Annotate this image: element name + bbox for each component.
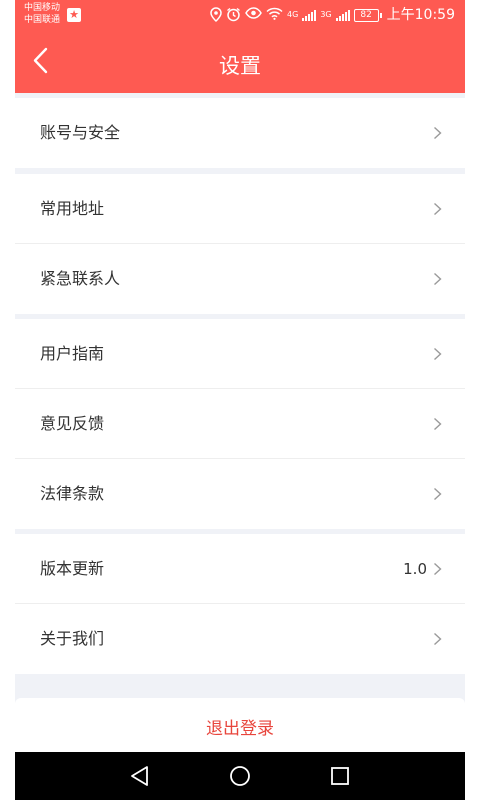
signal-icon xyxy=(335,9,350,21)
status-icons: 4G 3G 82 上午10:59 xyxy=(210,6,455,24)
circle-home-icon xyxy=(230,766,250,786)
settings-item-label: 版本更新 xyxy=(40,559,105,578)
network-type-1: 4G xyxy=(287,10,299,19)
eye-icon xyxy=(245,7,262,23)
settings-group-help: 用户指南 意见反馈 法律条款 xyxy=(15,319,465,529)
battery-icon: 82 xyxy=(353,8,382,22)
settings-item-label: 用户指南 xyxy=(40,344,105,363)
settings-item-label: 账号与安全 xyxy=(40,123,121,142)
app-screen: 中国移动 中国联通 ★ 4G 3G 82 上午10:59 设置 账号与安全 常用… xyxy=(15,0,465,800)
system-recents-button[interactable] xyxy=(327,764,353,788)
carrier-2: 中国联通 xyxy=(24,15,61,25)
status-time: 上午10:59 xyxy=(386,7,455,23)
page-title: 设置 xyxy=(219,54,261,78)
carrier-info: 中国移动 中国联通 xyxy=(24,2,60,26)
settings-item-legal-terms[interactable]: 法律条款 xyxy=(15,459,465,529)
system-home-button[interactable] xyxy=(227,764,253,788)
triangle-back-icon xyxy=(131,766,148,786)
chevron-right-icon xyxy=(434,126,442,140)
settings-group-account: 账号与安全 xyxy=(15,98,465,168)
settings-item-account-security[interactable]: 账号与安全 xyxy=(15,98,465,168)
settings-item-label: 法律条款 xyxy=(40,484,105,503)
settings-item-user-guide[interactable]: 用户指南 xyxy=(15,319,465,389)
chevron-right-icon xyxy=(434,272,442,286)
settings-item-label: 紧急联系人 xyxy=(40,269,121,288)
chevron-right-icon xyxy=(434,632,442,646)
wifi-icon xyxy=(266,7,283,23)
version-number: 1.0 xyxy=(403,560,427,578)
settings-item-common-address[interactable]: 常用地址 xyxy=(15,174,465,244)
settings-item-emergency-contact[interactable]: 紧急联系人 xyxy=(15,244,465,314)
square-recents-icon xyxy=(331,767,349,785)
system-nav-bar xyxy=(15,752,465,800)
settings-item-label: 意见反馈 xyxy=(40,414,105,433)
signal-icon xyxy=(302,9,317,21)
chevron-right-icon xyxy=(434,487,442,501)
system-back-button[interactable] xyxy=(127,764,153,788)
carrier-1: 中国移动 xyxy=(24,3,61,13)
status-bar: 中国移动 中国联通 ★ 4G 3G 82 上午10:59 xyxy=(15,0,465,32)
carrier-star-icon: ★ xyxy=(67,8,81,22)
settings-group-contacts: 常用地址 紧急联系人 xyxy=(15,174,465,314)
settings-item-version-update[interactable]: 版本更新 1.0 xyxy=(15,534,465,604)
nav-bar: 设置 xyxy=(15,32,465,93)
settings-group-about: 版本更新 1.0 关于我们 xyxy=(15,534,465,674)
network-type-2: 3G xyxy=(320,10,332,19)
chevron-right-icon xyxy=(434,417,442,431)
chevron-right-icon xyxy=(434,347,442,361)
settings-item-about-us[interactable]: 关于我们 xyxy=(15,604,465,674)
settings-item-feedback[interactable]: 意见反馈 xyxy=(15,389,465,459)
alarm-icon xyxy=(226,7,241,23)
app-header: 中国移动 中国联通 ★ 4G 3G 82 上午10:59 设置 xyxy=(15,0,465,93)
settings-item-label: 常用地址 xyxy=(40,199,105,218)
location-icon xyxy=(210,7,222,23)
chevron-right-icon xyxy=(434,202,442,216)
logout-button[interactable]: 退出登录 xyxy=(15,698,465,758)
chevron-right-icon xyxy=(434,562,442,576)
settings-item-label: 关于我们 xyxy=(40,629,105,648)
